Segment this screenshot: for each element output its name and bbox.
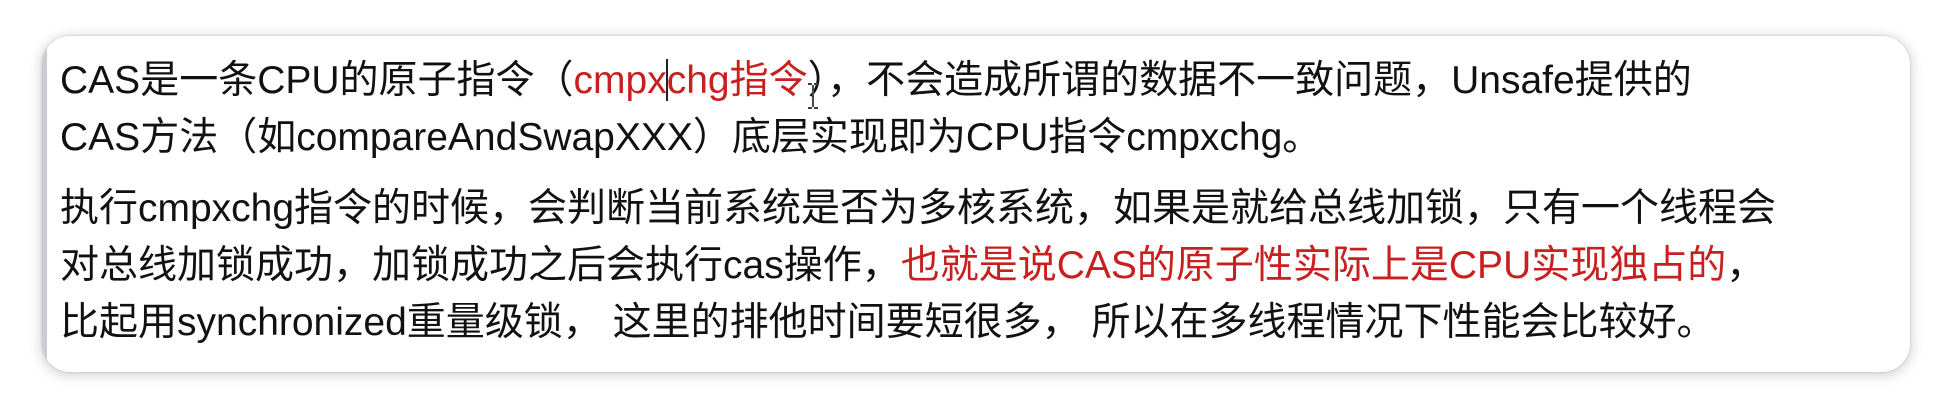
text-run: CAS是一条CPU的原子指令（ [60,59,574,102]
highlighted-text: 也就是说CAS的原子性实际上是CPU实现独占的 [900,244,1727,287]
highlighted-text: chg指令 [666,59,808,102]
highlighted-text: cmpx [573,59,667,102]
text-line: CAS是一条CPU的原子指令（cmpxchg指令 ），不会造成所谓的数据不一致问题… [60,52,1890,109]
text-run: 对总线加锁成功，加锁成功之后会执行cas操作， [60,244,901,287]
text-line: 执行cmpxchg指令的时候，会判断当前系统是否为多核系统，如果是就给总线加锁，… [60,180,1890,237]
text-run: ， [1726,244,1766,287]
document-card: CAS是一条CPU的原子指令（cmpxchg指令 ），不会造成所谓的数据不一致问题… [42,36,1910,372]
text-run: CAS方法（如compareAndSwapXXX）底层实现即为CPU指令cmpx… [60,116,1322,159]
text-line: 比起用synchronized重量级锁， 这里的排他时间要短很多， 所以在多线程… [60,294,1890,351]
text-caret-icon [665,58,668,101]
text-line: CAS方法（如compareAndSwapXXX）底层实现即为CPU指令cmpx… [60,109,1890,166]
text-run: 比起用synchronized重量级锁， 这里的排他时间要短很多， 所以在多线程… [60,301,1716,344]
text-run: 执行cmpxchg指令的时候，会判断当前系统是否为多核系统，如果是就给总线加锁，… [60,187,1777,230]
text-run: ），不会造成所谓的数据不一致问题，Unsafe提供的 [807,59,1692,102]
text-line: 对总线加锁成功，加锁成功之后会执行cas操作，也就是说CAS的原子性实际上是CP… [60,237,1890,294]
document-body: CAS是一条CPU的原子指令（cmpxchg指令 ），不会造成所谓的数据不一致问题… [60,52,1890,351]
paragraph-cas-definition: CAS是一条CPU的原子指令（cmpxchg指令 ），不会造成所谓的数据不一致问题… [60,52,1890,166]
paragraph-cmpxchg-explanation: 执行cmpxchg指令的时候，会判断当前系统是否为多核系统，如果是就给总线加锁，… [60,180,1890,351]
